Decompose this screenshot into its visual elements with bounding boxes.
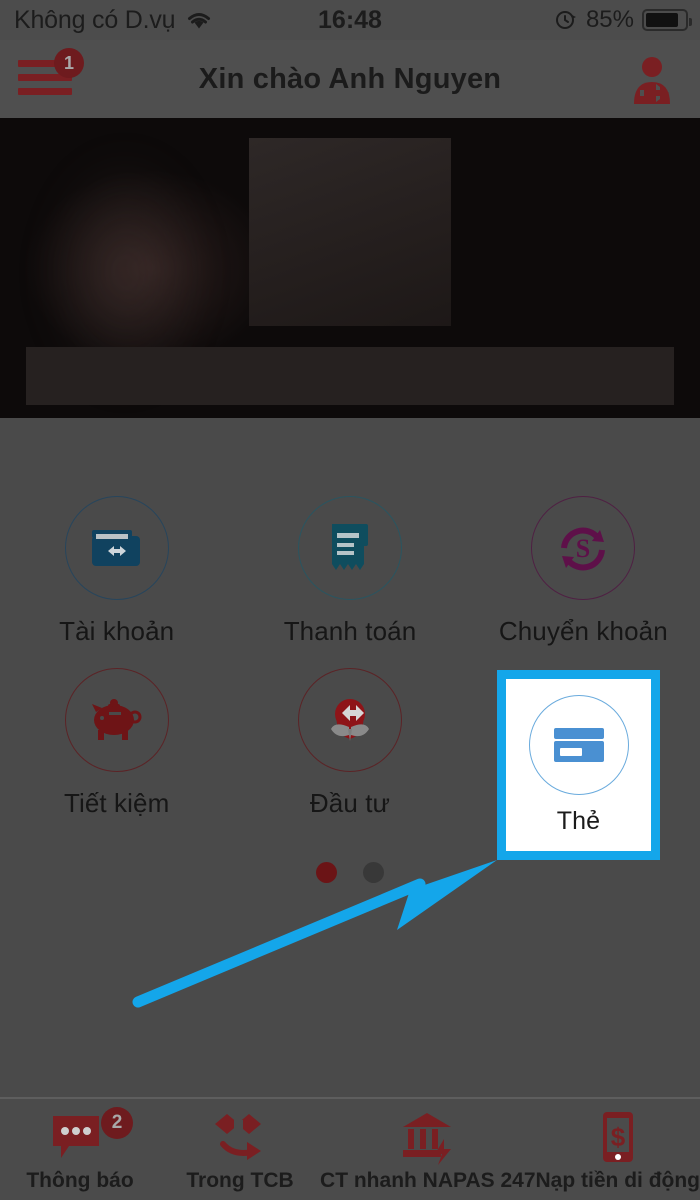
battery-percent-label: 85% — [585, 6, 634, 33]
bank-lightning-icon — [397, 1109, 459, 1167]
grid-item-label: Thanh toán — [283, 616, 417, 646]
nav-item-label: Nạp tiền di động — [535, 1169, 700, 1192]
nav-item-trong-tcb[interactable]: Trong TCB — [160, 1099, 320, 1193]
pagination-dot-active[interactable] — [316, 862, 337, 883]
app-header: 1 Xin chào Anh Nguyen — [0, 40, 700, 120]
status-bar: Không có D.vụ 16:48 85% — [0, 0, 700, 40]
chat-bubble-icon: 2 — [49, 1107, 133, 1167]
grid-item-dau-tu[interactable]: Đầu tư — [233, 668, 466, 819]
grid-item-tiet-kiem[interactable]: Tiết kiệm — [0, 668, 233, 819]
investment-growth-icon — [297, 668, 402, 772]
rotation-lock-icon — [555, 11, 576, 29]
nav-item-label: Trong TCB — [186, 1169, 294, 1192]
invoice-icon — [297, 496, 402, 600]
nav-item-label: CT nhanh NAPAS 247 — [320, 1169, 536, 1192]
status-bar-right: 85% — [554, 6, 692, 34]
grid-item-the[interactable]: Thẻ — [497, 670, 660, 860]
grid-item-label: Tiết kiệm — [63, 788, 170, 818]
battery-icon — [642, 9, 692, 31]
nav-badge: 2 — [101, 1107, 133, 1139]
pagination-dots — [0, 862, 700, 883]
grid-item-thanh-toan[interactable]: Thanh toán — [233, 496, 466, 647]
bottom-navigation-bar: 2 Thông báo Trong TCB CT nhanh NAPAS 247… — [0, 1097, 700, 1200]
money-transfer-icon: S — [531, 496, 636, 600]
piggy-bank-icon — [64, 668, 169, 772]
service-grid-row-1: Tài khoản Thanh toán S Chuyển khoản — [0, 496, 700, 647]
pagination-dot-inactive[interactable] — [363, 862, 384, 883]
promo-banner[interactable] — [0, 118, 700, 418]
svg-text:S: S — [576, 534, 590, 563]
grid-item-chuyen-khoan[interactable]: S Chuyển khoản — [467, 496, 700, 647]
techcombank-transfer-icon — [209, 1109, 271, 1167]
grid-item-label: Chuyển khoản — [498, 616, 668, 646]
app-screen: Không có D.vụ 16:48 85% 1 Xin chào Anh N… — [0, 0, 700, 1200]
page-title: Xin chào Anh Nguyen — [198, 63, 502, 95]
nav-item-thong-bao[interactable]: 2 Thông báo — [0, 1099, 160, 1193]
grid-item-tai-khoan[interactable]: Tài khoản — [0, 496, 233, 647]
credit-card-icon — [528, 694, 629, 795]
grid-item-label: Đầu tư — [309, 788, 391, 818]
wallet-icon — [64, 496, 169, 600]
banner-card-image — [249, 138, 451, 326]
nav-item-nap-tien-di-dong[interactable]: $ Nạp tiền di động — [536, 1099, 700, 1193]
nav-item-napas-247[interactable]: CT nhanh NAPAS 247 — [320, 1099, 536, 1193]
nav-item-label: Thông báo — [26, 1169, 134, 1192]
grid-item-label: Thẻ — [556, 806, 601, 835]
phone-money-icon: $ — [595, 1109, 641, 1167]
logout-user-icon[interactable] — [626, 54, 678, 106]
grid-item-label: Tài khoản — [59, 616, 175, 646]
banner-caption-bar — [26, 347, 674, 405]
svg-text:$: $ — [611, 1122, 626, 1152]
